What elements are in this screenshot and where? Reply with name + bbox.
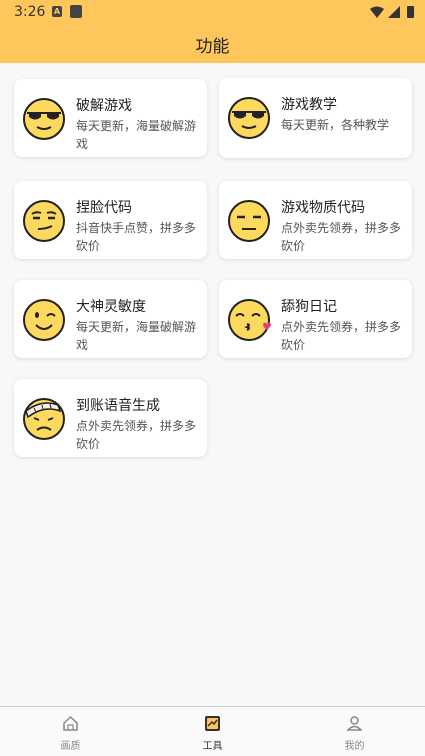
feature-card-diary[interactable]: 舔狗日记 点外卖先领券，拼多多砍价 [219, 280, 412, 358]
bandaged-face-icon [23, 398, 65, 440]
wifi-icon [370, 6, 384, 18]
card-title: 游戏物质代码 [281, 200, 365, 216]
feature-card-crack-games[interactable]: 破解游戏 每天更新，海量破解游戏 [14, 79, 207, 157]
battery-icon [407, 6, 414, 18]
feature-card-voice-generator[interactable]: 到账语音生成 点外卖先领券，拼多多砍价 [14, 379, 207, 457]
card-desc: 点外卖先领券，拼多多砍价 [281, 320, 402, 352]
home-icon [63, 715, 78, 731]
card-title: 游戏教学 [281, 97, 337, 113]
feature-card-face-code[interactable]: 捏脸代码 抖音快手点赞，拼多多砍价 [14, 181, 207, 259]
kiss-face-icon [228, 299, 271, 341]
card-desc: 抖音快手点赞，拼多多砍价 [76, 221, 197, 253]
signal-icon [388, 6, 400, 18]
bottom-navigation: 画质 工具 我的 [0, 706, 425, 756]
tab-label: 工具 [202, 741, 223, 752]
tools-icon [205, 716, 220, 731]
card-desc: 每天更新，各种教学 [281, 118, 390, 132]
card-title: 捏脸代码 [76, 200, 132, 216]
status-time: 3:26 [14, 4, 46, 20]
card-title: 破解游戏 [76, 98, 132, 114]
card-desc: 点外卖先领券，拼多多砍价 [281, 221, 402, 253]
card-desc: 点外卖先领券，拼多多砍价 [76, 419, 197, 451]
tab-quality[interactable]: 画质 [0, 707, 141, 756]
card-desc: 每天更新，海量破解游戏 [76, 119, 197, 151]
app-header: 功能 [0, 24, 425, 63]
expressionless-face-icon [228, 200, 270, 242]
feature-card-game-material-code[interactable]: 游戏物质代码 点外卖先领券，拼多多砍价 [219, 181, 412, 259]
card-desc: 每天更新，海量破解游戏 [76, 320, 197, 352]
card-title: 舔狗日记 [281, 299, 337, 315]
notification-app-icon [70, 5, 82, 18]
user-icon [346, 716, 363, 731]
status-bar: 3:26 A [0, 0, 425, 24]
sunglasses-face-icon [23, 98, 65, 140]
tab-label: 我的 [344, 741, 365, 752]
smirk-face-icon [23, 200, 65, 242]
feature-card-game-tutorial[interactable]: 游戏教学 每天更新，各种教学 [219, 78, 412, 158]
card-title: 大神灵敏度 [76, 299, 146, 315]
page-title: 功能 [195, 37, 230, 57]
notification-a-icon: A [52, 6, 62, 17]
card-title: 到账语音生成 [76, 398, 160, 414]
tab-mine[interactable]: 我的 [284, 707, 425, 756]
feature-card-sensitivity[interactable]: 大神灵敏度 每天更新，海量破解游戏 [14, 280, 207, 358]
wink-face-icon [23, 299, 65, 341]
tab-label: 画质 [60, 741, 81, 752]
status-icons [370, 6, 414, 18]
sunglasses-face-icon [228, 97, 270, 139]
tab-tools[interactable]: 工具 [142, 707, 283, 756]
